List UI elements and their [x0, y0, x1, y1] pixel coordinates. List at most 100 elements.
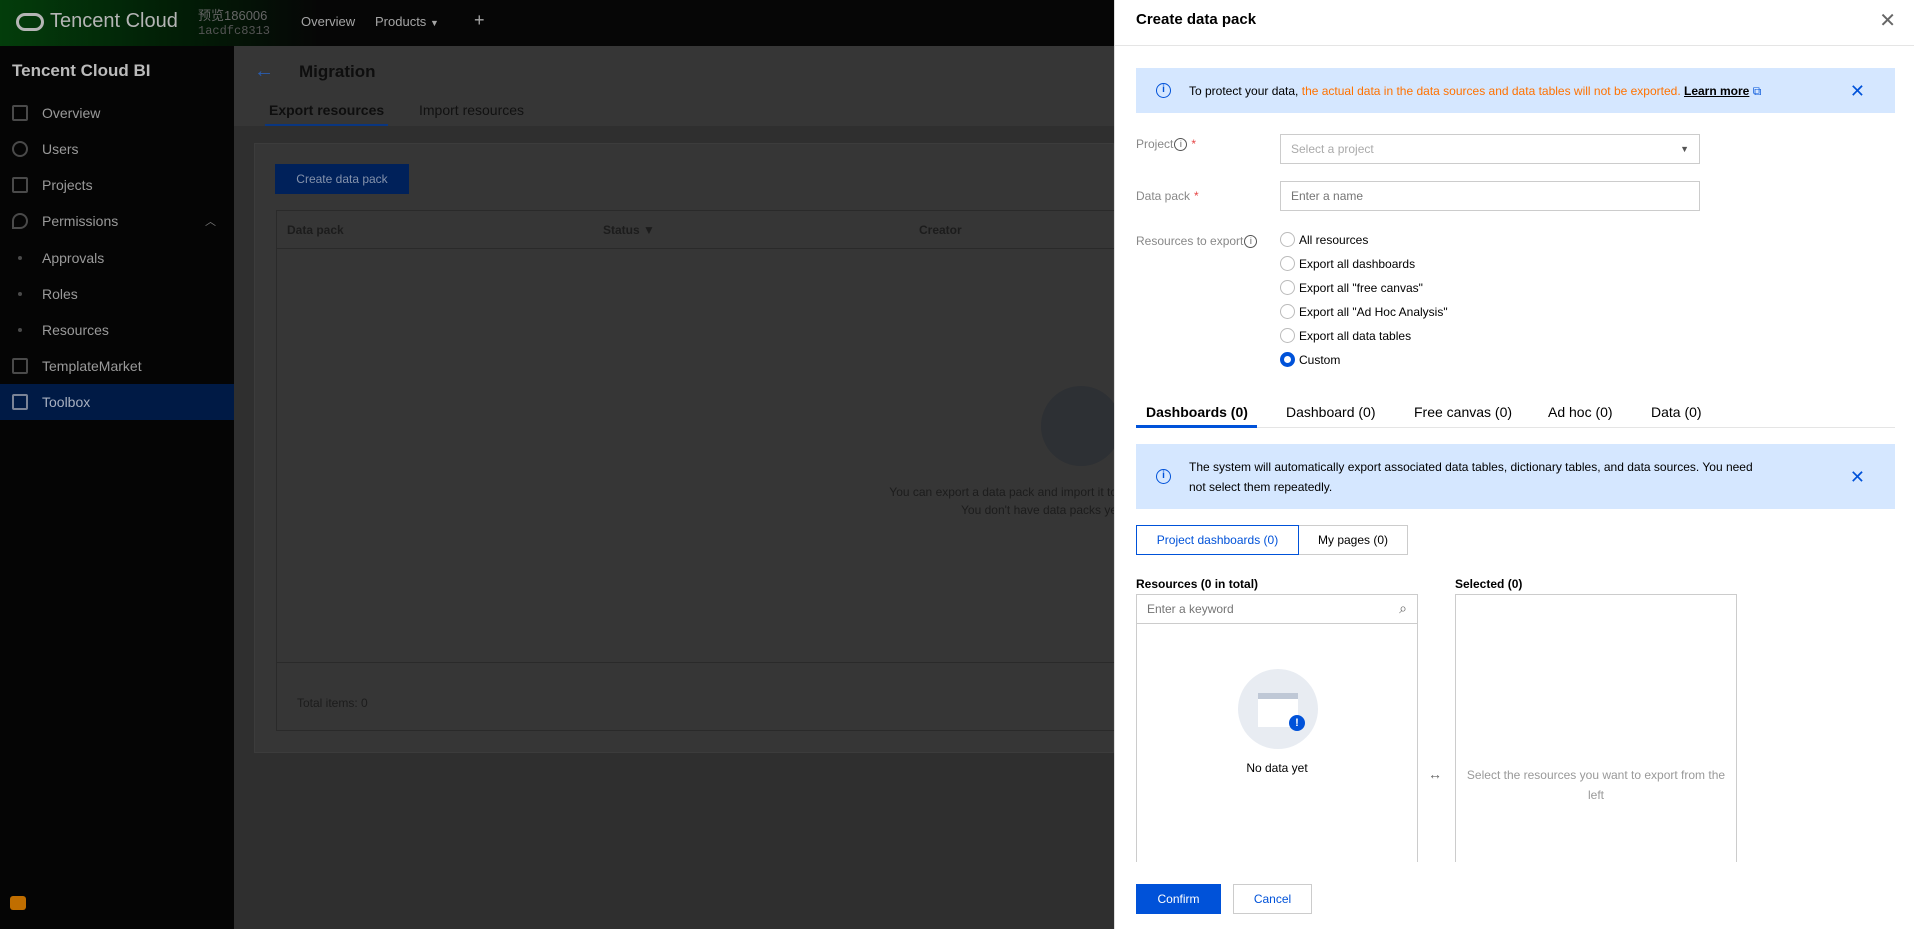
- project-icon: [12, 177, 28, 193]
- radio-label: Export all "Ad Hoc Analysis": [1299, 304, 1448, 319]
- project-label: Project i *: [1136, 137, 1197, 152]
- data-protection-alert: i To protect your data, the actual data …: [1136, 68, 1895, 113]
- resources-to-export-label: Resources to export i: [1136, 234, 1258, 249]
- external-link-icon: ⧉: [1752, 83, 1762, 98]
- sidebar-item-label: Users: [42, 141, 79, 157]
- learn-more-link[interactable]: Learn more: [1684, 84, 1749, 98]
- resources-title: Resources (0 in total): [1136, 577, 1259, 591]
- column-status-label: Status: [603, 223, 640, 237]
- radio-circle: [1280, 256, 1295, 271]
- sidebar-item-label: Roles: [42, 286, 78, 302]
- data-pack-table: Data pack Status ▼ Creator You can expor…: [276, 210, 1121, 731]
- tab-dashboard[interactable]: Dashboard (0): [1286, 404, 1376, 420]
- template-icon: [12, 358, 28, 374]
- caret-down-icon: ▼: [429, 18, 439, 28]
- project-select[interactable]: Select a project ▼: [1280, 134, 1700, 164]
- brand-name: Tencent Cloud: [50, 10, 178, 32]
- close-alert-icon[interactable]: ✕: [1850, 467, 1865, 487]
- sidebar-item-roles[interactable]: Roles: [0, 276, 234, 312]
- empty-line-2: You don't have data packs ye: [961, 503, 1117, 517]
- account-id: 1acdfc8313: [198, 24, 271, 38]
- assistant-icon[interactable]: [10, 896, 26, 910]
- info-icon: i: [1156, 469, 1171, 484]
- sidebar-item-permissions[interactable]: Permissions ︿: [0, 203, 234, 239]
- radio-label: Export all data tables: [1299, 328, 1412, 343]
- total-items: Total items: 0: [297, 696, 368, 710]
- radio-label: Export all dashboards: [1299, 256, 1416, 271]
- radio-circle-selected: [1280, 352, 1295, 367]
- tab-import-resources[interactable]: Import resources: [419, 102, 524, 118]
- data-pack-name-input[interactable]: [1280, 181, 1700, 211]
- confirm-button[interactable]: Confirm: [1136, 884, 1221, 914]
- create-data-pack-drawer: Create data pack ✕ i To protect your dat…: [1114, 0, 1914, 929]
- auto-export-alert: i The system will automatically export a…: [1136, 444, 1895, 509]
- segment-my-pages[interactable]: My pages (0): [1299, 525, 1408, 555]
- drawer-title: Create data pack: [1136, 11, 1257, 28]
- sidebar-item-templatemarket[interactable]: TemplateMarket: [0, 348, 234, 384]
- info-icon[interactable]: i: [1244, 235, 1258, 249]
- column-status[interactable]: Status ▼: [603, 223, 655, 237]
- sidebar-item-projects[interactable]: Projects: [0, 167, 234, 203]
- tab-free-canvas[interactable]: Free canvas (0): [1414, 404, 1512, 420]
- sidebar-item-resources[interactable]: Resources: [0, 312, 234, 348]
- empty-state-icon: [1041, 386, 1121, 466]
- back-arrow-icon[interactable]: ←: [254, 60, 274, 83]
- sidebar-item-label: Toolbox: [42, 394, 91, 410]
- radio-label: All resources: [1299, 232, 1369, 247]
- resources-list: ⌕ ! No data yet: [1136, 594, 1418, 862]
- selected-title: Selected (0): [1455, 577, 1523, 591]
- chevron-up-icon: ︿: [205, 216, 216, 228]
- nav-products-label: Products: [375, 14, 427, 29]
- nav-products[interactable]: Products ▼: [375, 14, 439, 29]
- add-icon[interactable]: +: [474, 10, 485, 31]
- tab-dashboards[interactable]: Dashboards (0): [1146, 404, 1248, 420]
- tab-ad-hoc[interactable]: Ad hoc (0): [1548, 404, 1613, 420]
- content-card: Create data pack Data pack Status ▼ Crea…: [254, 143, 1121, 753]
- account-name: 预览186006: [198, 8, 268, 23]
- cloud-icon: [16, 12, 44, 31]
- sidebar-item-label: Overview: [42, 105, 101, 121]
- sidebar-item-toolbox[interactable]: Toolbox: [0, 384, 234, 420]
- close-alert-icon[interactable]: ✕: [1850, 81, 1865, 101]
- radio-custom[interactable]: Custom: [1280, 352, 1340, 367]
- tab-data[interactable]: Data (0): [1651, 404, 1702, 420]
- keyword-search-input[interactable]: [1137, 595, 1417, 624]
- filter-icon[interactable]: ▼: [643, 223, 655, 237]
- sidebar-item-approvals[interactable]: Approvals: [0, 240, 234, 276]
- selected-hint: Select the resources you want to export …: [1466, 768, 1726, 802]
- radio-circle: [1280, 232, 1295, 247]
- segment-project-dashboards[interactable]: Project dashboards (0): [1136, 525, 1299, 555]
- cancel-button[interactable]: Cancel: [1233, 884, 1312, 914]
- column-data-pack: Data pack: [287, 223, 344, 237]
- radio-export-all-ad-hoc[interactable]: Export all "Ad Hoc Analysis": [1280, 304, 1448, 319]
- resources-label-text: Resources to export: [1136, 234, 1244, 248]
- radio-export-all-dashboards[interactable]: Export all dashboards: [1280, 256, 1415, 271]
- create-data-pack-button[interactable]: Create data pack: [275, 164, 409, 194]
- caret-down-icon: ▼: [1680, 144, 1689, 154]
- key-icon: [12, 213, 28, 229]
- no-data-text: No data yet: [1246, 761, 1308, 775]
- radio-circle: [1280, 280, 1295, 295]
- empty-state-text: You can export a data pack and import it…: [877, 483, 1117, 519]
- alert-text: The system will automatically export ass…: [1189, 459, 1753, 494]
- tencent-cloud-logo[interactable]: Tencent Cloud: [16, 10, 178, 33]
- grid-icon: [12, 105, 28, 121]
- sidebar-item-users[interactable]: Users: [0, 131, 234, 167]
- data-pack-label-text: Data pack: [1136, 189, 1191, 203]
- empty-line-1: You can export a data pack and import it…: [889, 485, 1117, 499]
- radio-export-all-free-canvas[interactable]: Export all "free canvas": [1280, 280, 1423, 295]
- search-icon[interactable]: ⌕: [1399, 600, 1407, 617]
- nav-overview[interactable]: Overview: [301, 14, 355, 29]
- column-creator: Creator: [919, 223, 962, 237]
- sidebar-item-label: Approvals: [42, 250, 105, 266]
- page-title: Migration: [299, 62, 376, 81]
- radio-all-resources[interactable]: All resources: [1280, 232, 1368, 247]
- tab-export-resources[interactable]: Export resources: [265, 102, 389, 126]
- info-icon[interactable]: i: [1174, 138, 1188, 152]
- radio-label: Custom: [1299, 352, 1341, 367]
- toolbox-icon: [12, 394, 28, 410]
- sidebar-item-overview[interactable]: Overview: [0, 95, 234, 131]
- close-icon[interactable]: ✕: [1879, 8, 1896, 33]
- radio-export-all-data-tables[interactable]: Export all data tables: [1280, 328, 1411, 343]
- radio-label: Export all "free canvas": [1299, 280, 1423, 295]
